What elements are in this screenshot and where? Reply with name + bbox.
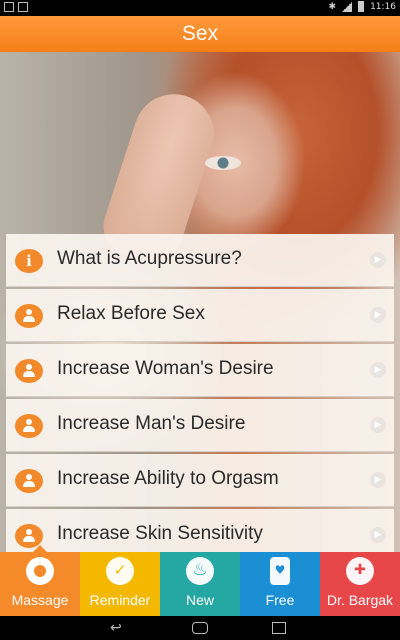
list-item[interactable]: Increase Skin Sensitivity ▶ xyxy=(6,509,394,552)
list-item-label: What is Acupressure? xyxy=(57,248,242,269)
person-icon xyxy=(15,359,43,383)
tab-label: Dr. Bargak xyxy=(326,592,394,608)
tab-label: Reminder xyxy=(89,592,151,608)
tab-reminder[interactable]: Reminder xyxy=(80,552,160,616)
chevron-right-icon: ▶ xyxy=(370,417,386,433)
list-item[interactable]: i What is Acupressure? ▶ xyxy=(6,234,394,287)
list-item[interactable]: Increase Ability to Orgasm ▶ xyxy=(6,454,394,507)
chevron-right-icon: ▶ xyxy=(370,362,386,378)
back-icon[interactable]: ↩ xyxy=(110,620,122,636)
tab-massage[interactable]: Massage xyxy=(0,545,80,616)
list-item[interactable]: Increase Man's Desire ▶ xyxy=(6,399,394,452)
bottom-tab-bar: Massage Reminder New Free Dr. Bargak xyxy=(0,545,400,616)
tab-label: New xyxy=(185,592,214,608)
tab-new[interactable]: New xyxy=(160,552,240,616)
download-notification-icon xyxy=(18,2,28,12)
check-badge-icon xyxy=(106,557,134,585)
phone-heart-icon xyxy=(270,557,290,585)
chevron-right-icon: ▶ xyxy=(370,472,386,488)
person-icon xyxy=(15,304,43,328)
notification-icons xyxy=(4,2,28,12)
chevron-right-icon: ▶ xyxy=(370,307,386,323)
info-glyph: i xyxy=(26,252,32,270)
list-item-label: Relax Before Sex xyxy=(57,303,205,324)
recent-apps-icon[interactable] xyxy=(272,622,286,634)
list-item-label: Increase Skin Sensitivity xyxy=(57,523,263,544)
hero-eye-shape xyxy=(205,156,241,170)
signal-icon xyxy=(342,1,353,12)
status-bar: ✱ 11:16 xyxy=(0,0,400,16)
list-item[interactable]: Increase Woman's Desire ▶ xyxy=(6,344,394,397)
list-item[interactable]: Relax Before Sex ▶ xyxy=(6,289,394,342)
home-icon[interactable] xyxy=(192,622,208,634)
chevron-right-icon: ▶ xyxy=(370,527,386,543)
target-icon xyxy=(26,557,54,585)
info-icon: i xyxy=(15,249,43,273)
doctor-icon xyxy=(346,557,374,585)
tab-label: Free xyxy=(265,592,295,608)
tab-free[interactable]: Free xyxy=(240,552,320,616)
chevron-right-icon: ▶ xyxy=(370,252,386,268)
page-title: Sex xyxy=(0,16,400,52)
list-item-label: Increase Woman's Desire xyxy=(57,358,274,379)
bluetooth-icon: ✱ xyxy=(328,1,337,12)
system-navigation-bar: ↩ xyxy=(0,616,400,640)
status-time: 11:16 xyxy=(370,1,396,12)
person-icon xyxy=(15,469,43,493)
list-item-label: Increase Ability to Orgasm xyxy=(57,468,279,489)
topic-list: i What is Acupressure? ▶ Relax Before Se… xyxy=(6,234,394,552)
image-notification-icon xyxy=(4,2,14,12)
system-tray: ✱ 11:16 xyxy=(329,1,396,12)
flame-icon xyxy=(186,557,214,585)
tab-dr-bargak[interactable]: Dr. Bargak xyxy=(320,552,400,616)
selected-tab-indicator xyxy=(32,545,48,553)
battery-icon xyxy=(358,1,365,12)
tab-label: Massage xyxy=(11,592,69,608)
person-icon xyxy=(15,414,43,438)
list-item-label: Increase Man's Desire xyxy=(57,413,246,434)
